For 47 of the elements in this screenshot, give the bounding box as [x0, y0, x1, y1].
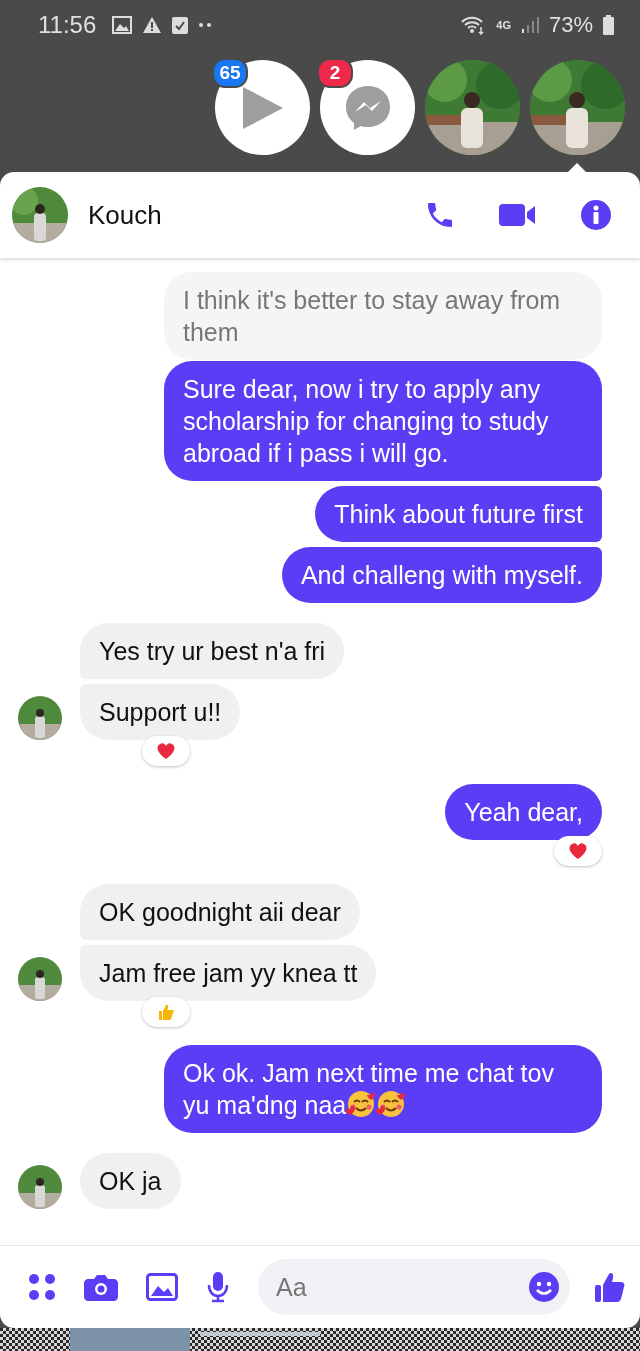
message-bubble: Yes try ur best n'a fri — [80, 623, 345, 679]
thumbs-up-icon — [157, 1003, 175, 1021]
message-bubble: Jam free jam yy knea tt — [80, 945, 377, 1001]
emoji-icon[interactable] — [528, 1271, 560, 1303]
message-bubble: OK ja — [80, 1153, 181, 1209]
smiling-face-icon — [346, 1089, 377, 1119]
battery-icon — [603, 15, 614, 35]
microphone-icon — [206, 1271, 230, 1303]
more-dots-icon — [198, 22, 213, 28]
message-bubble: Yeah dear, — [445, 784, 602, 840]
unread-badge: 65 — [212, 58, 248, 88]
gallery-button[interactable] — [146, 1273, 178, 1301]
reaction-badge[interactable] — [554, 836, 602, 866]
four-dots-icon — [28, 1273, 56, 1301]
heart-icon — [156, 742, 176, 760]
smiling-face-icon — [376, 1089, 407, 1119]
message-bubble: And challeng with myself. — [281, 547, 602, 603]
thumbs-up-icon — [594, 1271, 626, 1303]
apps-button[interactable] — [28, 1273, 56, 1301]
microphone-button[interactable] — [206, 1271, 230, 1303]
message-bubble: OK goodnight aii dear — [80, 884, 360, 940]
unread-badge: 2 — [317, 58, 353, 88]
warning-icon — [142, 16, 163, 34]
messenger-icon — [343, 83, 392, 132]
message-bubble: I think it's better to stay away from them — [164, 272, 602, 360]
signal-icon — [520, 16, 539, 34]
wifi-icon — [460, 15, 487, 35]
message-bubble: Sure dear, now i try to apply any scholarship for changing to study abroad if i pass i will go. — [164, 361, 602, 481]
battery-percent: 73% — [548, 12, 593, 38]
message-bubble: Ok ok. Jam next time me chat tov yu ma'dng naa — [164, 1045, 602, 1133]
image-icon — [112, 16, 133, 34]
message-bubble: Support u!! — [80, 684, 241, 740]
video-camera-icon — [499, 202, 537, 228]
reaction-badge[interactable] — [142, 736, 190, 766]
message-field[interactable]: Aa — [258, 1259, 570, 1315]
contact-name: Kouch — [88, 199, 162, 231]
play-icon — [240, 84, 285, 131]
network-type: 4G — [496, 19, 511, 31]
checkbox-icon — [172, 16, 189, 34]
heart-icon — [568, 842, 588, 860]
like-button[interactable] — [594, 1271, 626, 1303]
camera-icon — [84, 1273, 118, 1301]
clock: 11:56 — [38, 11, 97, 39]
message-bubble: Think about future first — [315, 486, 602, 542]
camera-button[interactable] — [84, 1273, 118, 1301]
image-icon — [146, 1273, 178, 1301]
info-icon — [580, 199, 612, 231]
